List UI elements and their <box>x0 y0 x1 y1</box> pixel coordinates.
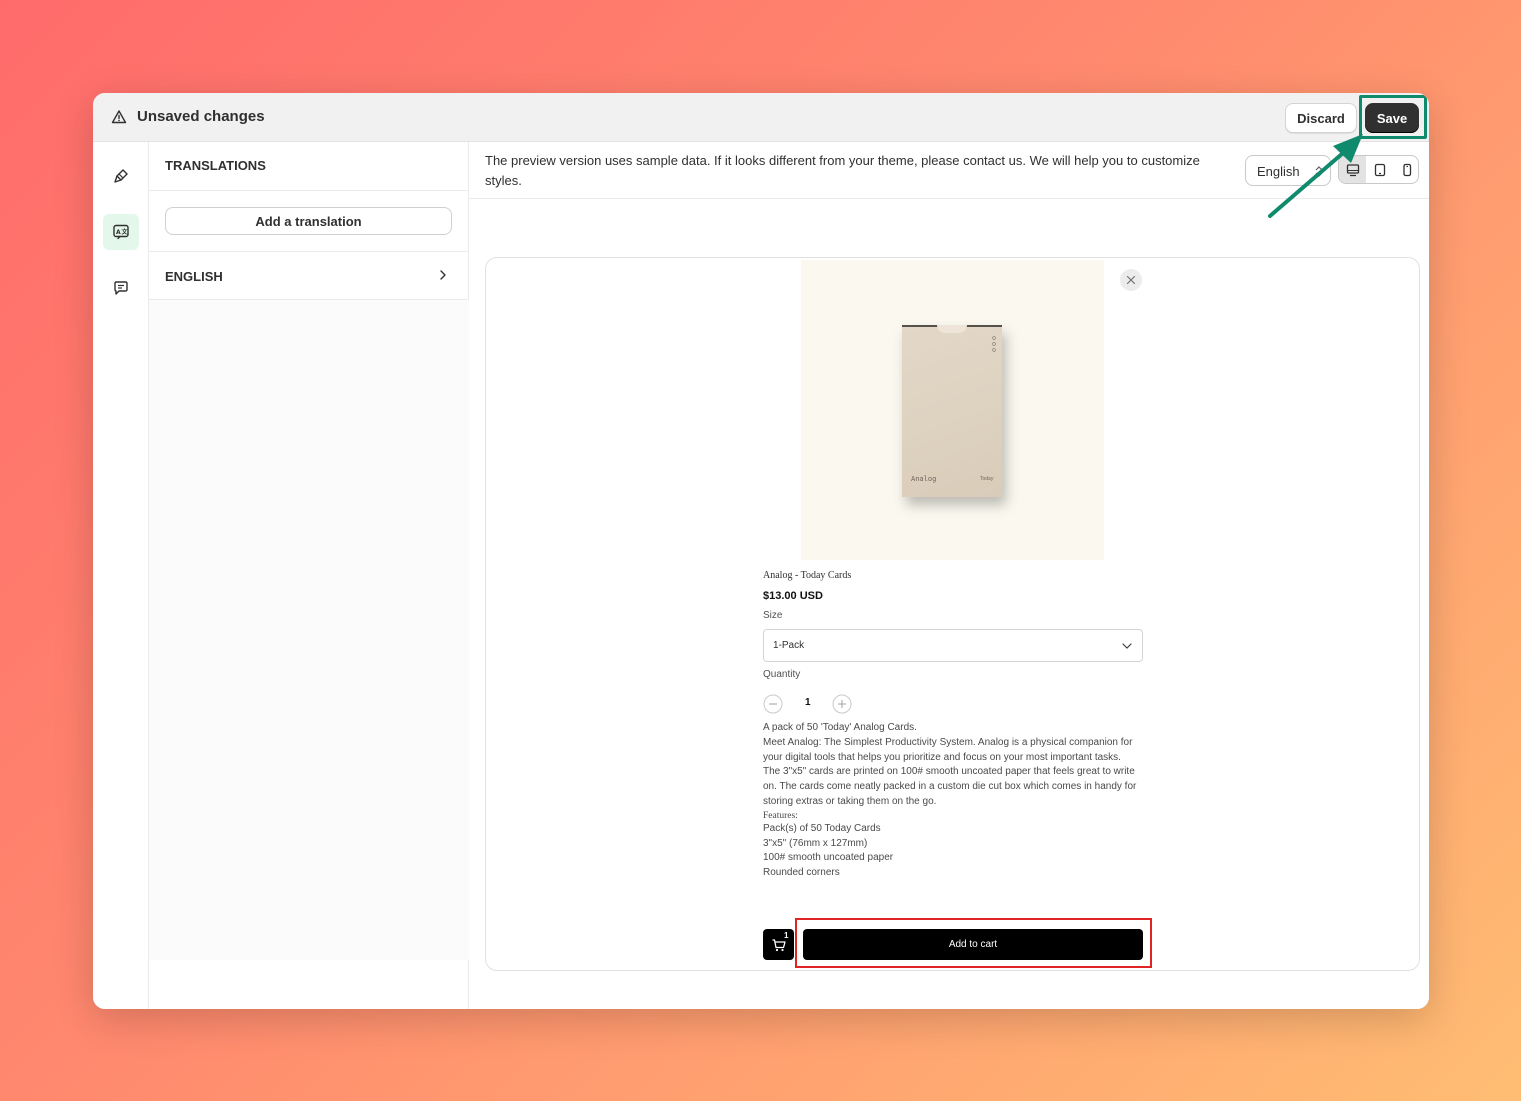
cart-button[interactable]: 1 <box>763 929 794 960</box>
cart-count-badge: 1 <box>784 931 789 940</box>
size-select-value: 1-Pack <box>773 640 805 651</box>
device-mobile-button[interactable] <box>1393 156 1418 183</box>
product-description: A pack of 50 'Today' Analog Cards. Meet … <box>763 721 1148 881</box>
select-arrows-icon <box>1315 166 1323 177</box>
panel-heading: TRANSLATIONS <box>165 158 266 173</box>
language-select-value: English <box>1257 164 1300 179</box>
device-tablet-button[interactable] <box>1366 156 1393 183</box>
page-title: Unsaved changes <box>137 108 265 125</box>
divider <box>149 299 469 300</box>
features-heading: Features: <box>763 810 798 821</box>
preview-notice: The preview version uses sample data. If… <box>485 153 1200 188</box>
divider <box>149 190 469 191</box>
language-row-label: ENGLISH <box>165 269 223 284</box>
app-window: Unsaved changes Discard Save A 文 TRANSLA… <box>93 93 1429 1009</box>
save-highlight-box <box>1359 95 1427 139</box>
rail-item-style[interactable] <box>103 158 139 194</box>
translate-icon: A 文 <box>113 224 129 240</box>
chat-bubble-icon <box>114 281 128 295</box>
close-icon <box>1126 275 1136 285</box>
svg-text:A: A <box>116 229 121 236</box>
box-brand-text: Analog <box>911 475 937 483</box>
card-box-illustration: Analog Today <box>902 325 1002 497</box>
chevron-down-icon <box>1122 643 1132 649</box>
device-desktop-button[interactable] <box>1339 156 1366 183</box>
discard-button[interactable]: Discard <box>1285 103 1357 133</box>
quantity-increase-button[interactable] <box>832 694 852 714</box>
unsaved-changes-bar: Unsaved changes Discard Save <box>93 93 1429 142</box>
description-line: The 3"x5" cards are printed on 100# smoo… <box>763 766 1137 807</box>
box-dots-icon <box>992 336 996 352</box>
product-preview-card: Analog Today Analog - Today Cards $13.00… <box>485 257 1420 971</box>
translations-panel: TRANSLATIONS Add a translation ENGLISH <box>149 142 469 1009</box>
quantity-value: 1 <box>805 697 811 708</box>
size-label: Size <box>763 610 783 621</box>
feature-item: 100# smooth uncoated paper <box>763 852 894 864</box>
chevron-right-icon <box>440 270 446 280</box>
add-translation-button[interactable]: Add a translation <box>165 207 452 235</box>
language-row-english[interactable]: ENGLISH <box>149 252 469 300</box>
box-notch <box>937 325 967 333</box>
close-preview-button[interactable] <box>1120 269 1142 291</box>
box-sub-text: Today <box>980 476 994 482</box>
language-select[interactable]: English <box>1245 155 1331 186</box>
mobile-icon <box>1402 163 1411 176</box>
description-line: A pack of 50 'Today' Analog Cards. <box>763 722 917 733</box>
paintbrush-icon <box>114 169 128 183</box>
warning-triangle-icon <box>111 110 127 124</box>
rail-item-feedback[interactable] <box>103 270 139 306</box>
icon-rail: A 文 <box>93 142 149 1009</box>
quantity-decrease-button[interactable] <box>763 694 783 714</box>
preview-area: The preview version uses sample data. If… <box>469 142 1429 1009</box>
quantity-label: Quantity <box>763 669 801 680</box>
feature-item: Pack(s) of 50 Today Cards <box>763 822 881 834</box>
rail-item-translations[interactable]: A 文 <box>103 214 139 250</box>
tablet-icon <box>1374 163 1385 176</box>
add-to-cart-highlight-box <box>795 918 1152 968</box>
feature-item: 3"x5" (76mm x 127mm) <box>763 837 868 849</box>
product-image: Analog Today <box>801 260 1104 560</box>
panel-background <box>149 300 469 960</box>
product-price: $13.00 USD <box>763 590 823 602</box>
divider <box>469 198 1429 199</box>
feature-item: Rounded corners <box>763 867 840 879</box>
desktop-icon <box>1346 163 1359 176</box>
description-line: Meet Analog: The Simplest Productivity S… <box>763 736 1133 763</box>
device-toggle-group <box>1338 155 1419 184</box>
product-title: Analog - Today Cards <box>763 570 852 581</box>
svg-text:文: 文 <box>121 228 129 236</box>
size-select[interactable]: 1-Pack <box>763 629 1143 662</box>
